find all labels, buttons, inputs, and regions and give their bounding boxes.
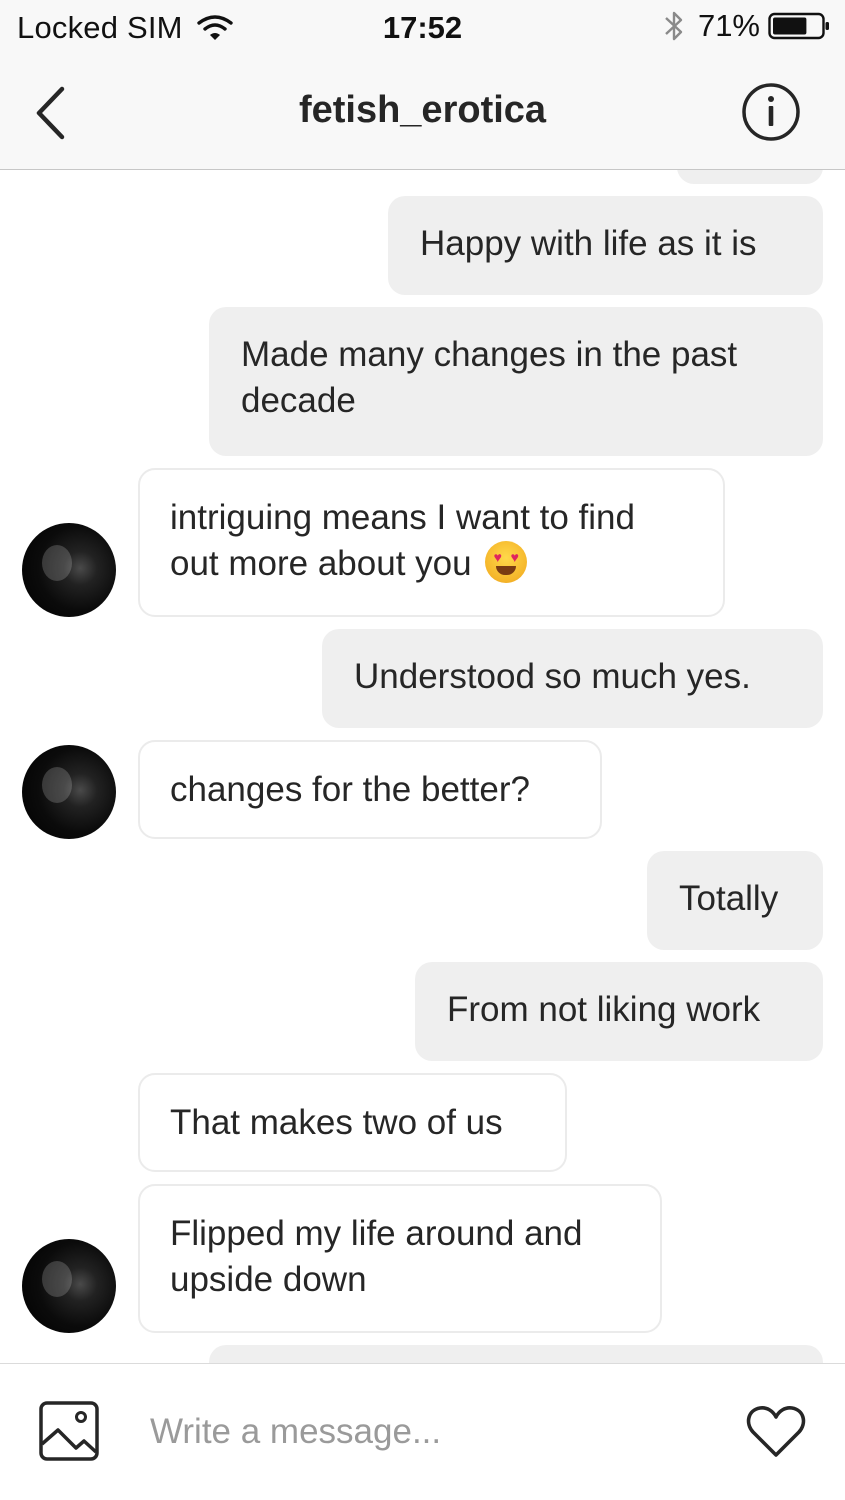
message-bubble-partial [677,170,823,184]
message-bubble-outgoing[interactable]: From not liking work [415,962,823,1061]
message-bubble-outgoing[interactable]: Happy with life as it is [388,196,823,295]
message-text: Totally [679,879,779,918]
like-button[interactable] [745,1404,807,1460]
message-bubble-incoming[interactable]: intriguing means I want to find out more… [138,468,725,617]
message-text: Made many changes in the past decade [241,335,738,420]
bluetooth-icon [665,11,683,41]
gallery-button[interactable] [38,1400,100,1462]
message-text: Understood so much yes. [354,657,751,696]
message-bubble-incoming[interactable]: changes for the better? [138,740,602,839]
message-text: intriguing means I want to find out more… [170,498,635,583]
contact-avatar[interactable] [22,745,116,839]
info-icon [742,83,800,141]
contact-avatar[interactable] [22,523,116,617]
status-right: 71% [662,8,830,44]
message-bubble-outgoing[interactable]: Totally [647,851,823,950]
message-bubble-incoming[interactable]: Flipped my life around and upside down [138,1184,662,1333]
message-input[interactable] [150,1406,710,1458]
message-text: changes for the better? [170,770,530,809]
heart-eyes-emoji-icon: ♥ ♥ [485,541,528,583]
message-thread[interactable]: Happy with life as it is Made many chang… [0,170,845,1363]
info-button[interactable] [741,82,801,142]
message-text: That makes two of us [170,1103,503,1142]
conversation-title[interactable]: fetish_erotica [0,89,845,132]
message-bubble-incoming[interactable]: That makes two of us [138,1073,567,1172]
image-icon [39,1401,99,1461]
battery-percent: 71% [697,8,760,43]
battery-fill [773,17,807,35]
message-text: Happy with life as it is [420,224,757,263]
message-text: Flipped my life around and upside down [170,1214,583,1299]
message-bubble-outgoing[interactable]: Understood so much yes. [322,629,823,728]
battery-icon [768,12,829,40]
message-composer [0,1363,845,1500]
chat-header: fetish_erotica [0,56,845,170]
heart-icon [746,1406,806,1457]
status-bar: Locked SIM 17:52 71% [0,0,845,56]
contact-avatar[interactable] [22,1239,116,1333]
message-text: From not liking work [447,990,761,1029]
message-bubble-partial [209,1345,823,1363]
message-bubble-outgoing[interactable]: Made many changes in the past decade [209,307,823,456]
